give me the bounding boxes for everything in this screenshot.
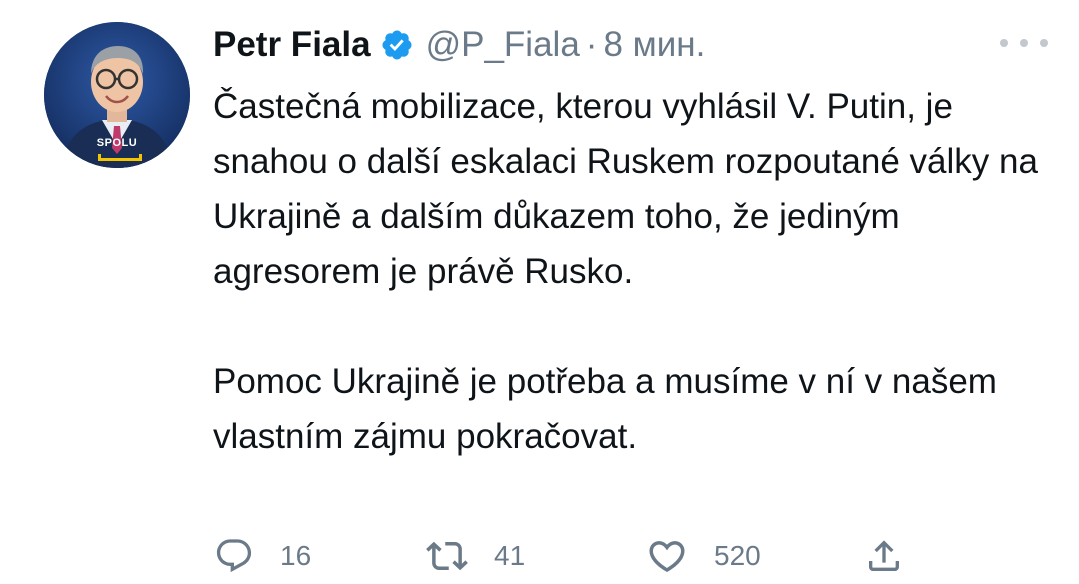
more-options-icon[interactable] [1000,30,1048,56]
retweet-button[interactable]: 41 [426,534,525,578]
separator-dot: · [585,25,598,64]
avatar-badge-label: SPOLU [96,137,138,149]
avatar[interactable]: SPOLU [44,22,190,168]
retweet-icon [426,535,468,577]
heart-icon [646,535,688,577]
verified-badge-icon [380,28,414,62]
tweet-card[interactable]: SPOLU Petr Fiala @P_Fiala · 8 мин. Časte… [0,0,1079,584]
tweet-text: Častečná mobilizace, kterou vyhlásil V. … [213,79,1063,464]
reply-count: 16 [280,540,312,571]
more-dot [1020,39,1028,47]
tweet-paragraph-2: Pomoc Ukrajině je potřeba a musíme v ní … [213,362,997,456]
tweet-paragraph-1: Častečná mobilizace, kterou vyhlásil V. … [213,87,1038,291]
like-button[interactable]: 520 [646,534,761,578]
retweet-count: 41 [494,540,526,571]
author-handle[interactable]: @P_Fiala [426,25,580,65]
share-icon [864,536,904,576]
reply-button[interactable]: 16 [214,534,311,578]
author-name[interactable]: Petr Fiala [213,25,371,65]
avatar-badge-underline [98,154,142,161]
more-dot [1040,39,1048,47]
tweet-actions: 16 41 520 [214,534,914,578]
share-button[interactable] [864,534,904,578]
more-dot [1000,39,1008,47]
timestamp[interactable]: 8 мин. [603,25,705,65]
like-count: 520 [714,540,761,571]
tweet-header: Petr Fiala @P_Fiala · 8 мин. [213,20,705,70]
reply-icon [214,536,254,576]
